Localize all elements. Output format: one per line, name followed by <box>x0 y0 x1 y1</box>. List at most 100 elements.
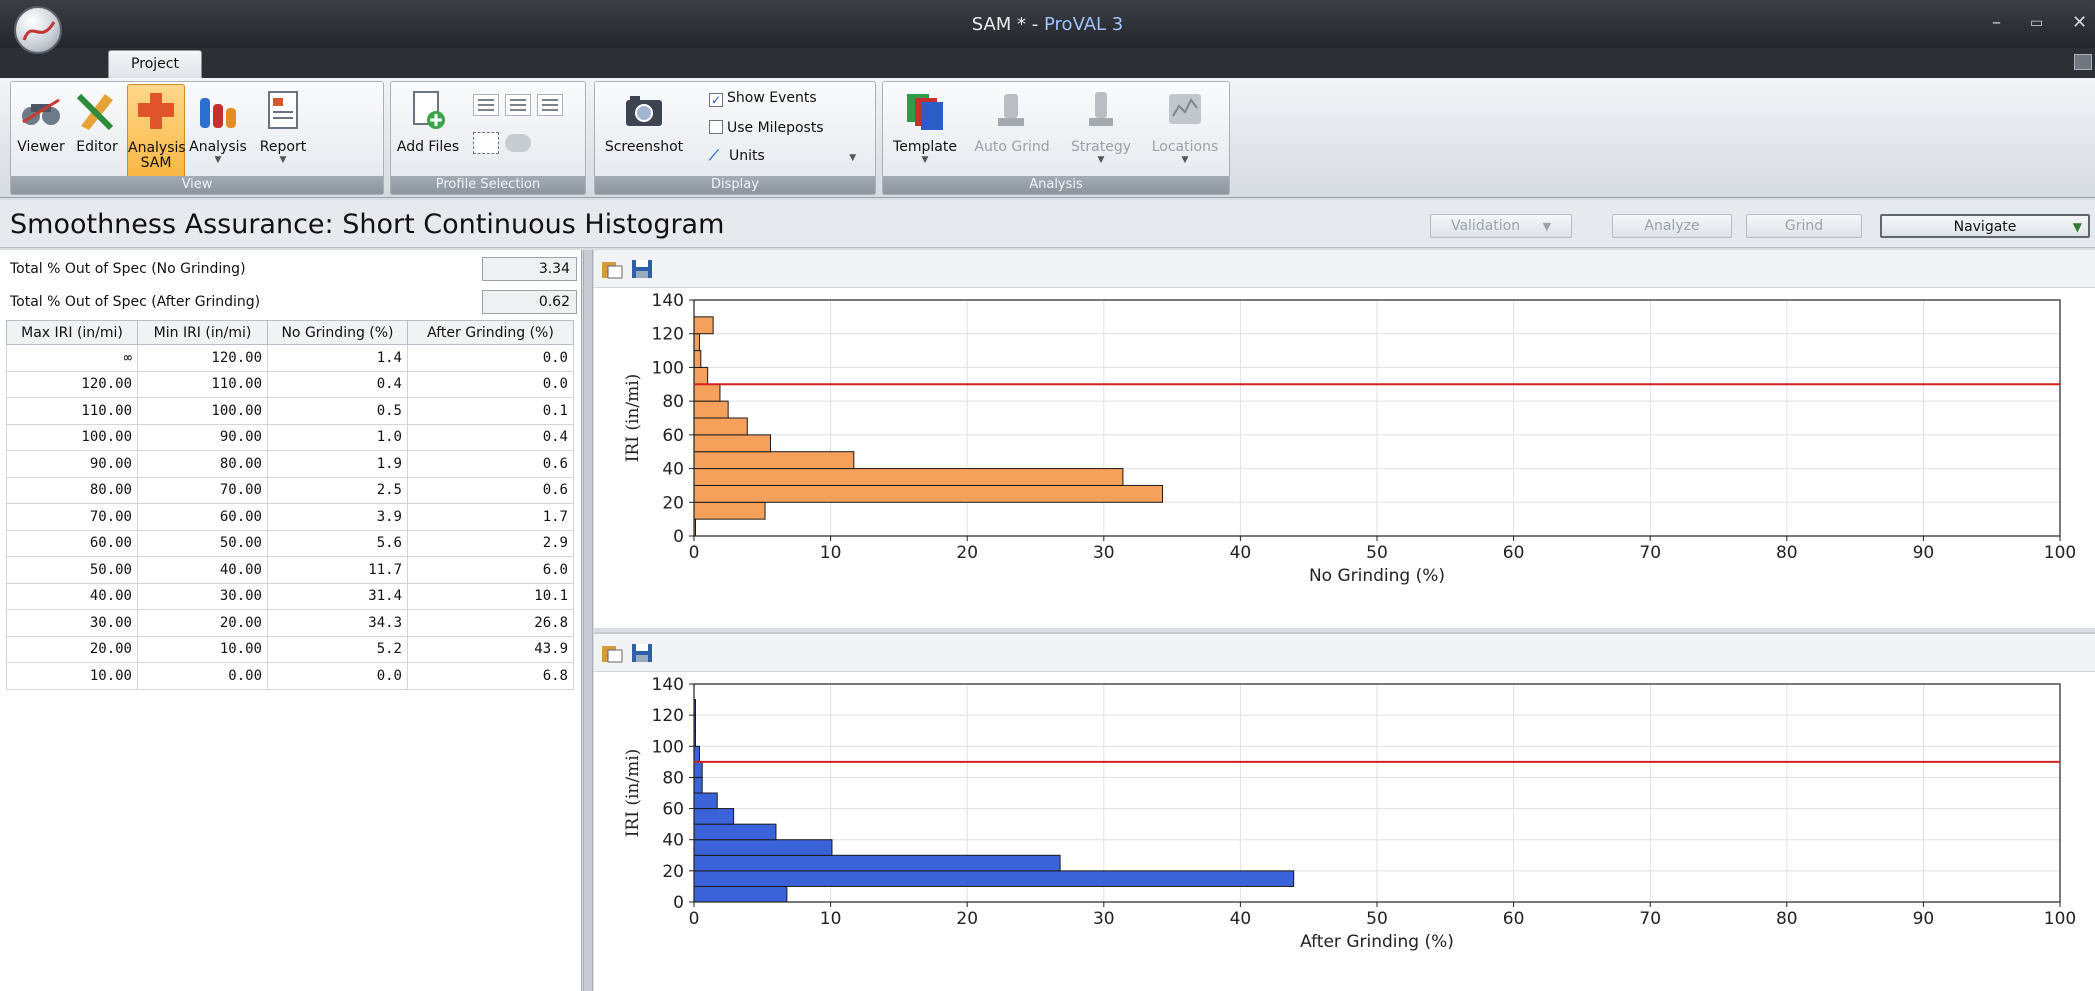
editor-button[interactable]: Editor <box>69 88 125 174</box>
table-cell: 110.00 <box>6 397 138 425</box>
table-row[interactable]: 110.00 100.00 0.5 0.1 <box>6 397 574 425</box>
analyze-button[interactable]: Analyze <box>1612 214 1732 238</box>
table-cell: 0.6 <box>407 476 574 504</box>
histogram-bar <box>693 383 721 402</box>
table-row[interactable]: 20.00 10.00 5.2 43.9 <box>6 635 574 663</box>
table-cell: 70.00 <box>6 503 138 531</box>
panel-splitter[interactable] <box>583 250 593 991</box>
table-row[interactable]: 80.00 70.00 2.5 0.6 <box>6 476 574 504</box>
report-button[interactable]: Report ▼ <box>251 88 315 174</box>
x-tick-label: 20 <box>956 543 978 563</box>
y-tick-label: 20 <box>662 493 684 513</box>
analysis-dropdown-button[interactable]: Analysis ▼ <box>187 88 249 174</box>
align-center-icon[interactable] <box>505 94 531 116</box>
ribbon-options-icon[interactable] <box>2074 54 2092 70</box>
table-cell: 10.00 <box>137 635 268 663</box>
maximize-button[interactable]: ▭ <box>2030 15 2043 31</box>
x-tick-label: 100 <box>2044 543 2076 563</box>
template-button[interactable]: Template ▼ <box>887 88 963 174</box>
grind-button[interactable]: Grind <box>1746 214 1862 238</box>
chevron-down-icon: ▼ <box>849 153 857 163</box>
chevron-down-icon: ▼ <box>921 155 929 165</box>
table-row[interactable]: 100.00 90.00 1.0 0.4 <box>6 423 574 451</box>
profile-selection-group: Add Files Profile Selection <box>390 81 586 195</box>
x-tick-label: 90 <box>1913 543 1935 563</box>
add-files-button[interactable]: Add Files <box>395 88 461 174</box>
window-title: SAM * - ProVAL 3 <box>0 14 2095 35</box>
tab-project[interactable]: Project <box>108 50 202 78</box>
histogram-bar <box>693 366 709 385</box>
column-header-after-grinding[interactable]: After Grinding (%) <box>407 320 574 345</box>
navigate-dropdown[interactable]: Navigate ▼ <box>1880 214 2090 238</box>
histogram-bar <box>693 823 777 841</box>
table-cell: 90.00 <box>6 450 138 478</box>
table-cell: 50.00 <box>6 556 138 584</box>
eraser-icon[interactable] <box>505 134 531 152</box>
table-cell: 1.7 <box>407 503 574 531</box>
x-tick-label: 70 <box>1639 543 1661 563</box>
total-out-of-spec-after-grinding-value: 0.62 <box>482 290 577 314</box>
table-cell: 120.00 <box>137 344 268 372</box>
show-events-checkbox[interactable]: ✓ Show Events <box>709 90 817 107</box>
save-chart-icon[interactable] <box>630 642 654 664</box>
x-tick-label: 20 <box>956 909 978 929</box>
checkbox-unchecked-icon <box>709 120 723 134</box>
table-cell: 34.3 <box>267 609 408 637</box>
minimize-button[interactable]: – <box>1992 12 2001 33</box>
table-cell: 6.0 <box>407 556 574 584</box>
table-row[interactable]: 70.00 60.00 3.9 1.7 <box>6 503 574 531</box>
copy-chart-icon[interactable] <box>600 642 624 664</box>
screenshot-button[interactable]: Screenshot <box>599 88 689 174</box>
table-row[interactable]: 50.00 40.00 11.7 6.0 <box>6 556 574 584</box>
table-cell: 5.2 <box>267 635 408 663</box>
x-tick-label: 80 <box>1776 543 1798 563</box>
column-header-no-grinding[interactable]: No Grinding (%) <box>267 320 408 345</box>
select-region-icon[interactable] <box>473 132 499 154</box>
units-dropdown[interactable]: ⟋ Units ▼ <box>709 148 856 164</box>
align-right-icon[interactable] <box>537 94 563 116</box>
add-file-icon <box>413 91 445 129</box>
locations-button[interactable]: Locations ▼ <box>1145 88 1225 174</box>
strategy-button[interactable]: Strategy ▼ <box>1061 88 1141 174</box>
table-row[interactable]: 30.00 20.00 34.3 26.8 <box>6 609 574 637</box>
display-group: Screenshot ✓ Show Events Use Mileposts ⟋ U… <box>594 81 876 195</box>
x-tick-label: 90 <box>1913 909 1935 929</box>
table-row[interactable]: 90.00 80.00 1.9 0.6 <box>6 450 574 478</box>
close-button[interactable]: ✕ <box>2072 12 2087 33</box>
histogram-bar <box>693 854 1061 872</box>
histogram-table: Max IRI (in/mi) Min IRI (in/mi) No Grind… <box>6 320 574 690</box>
histogram-bar <box>693 870 1295 887</box>
x-tick-label: 0 <box>689 909 700 929</box>
analysis-sam-button[interactable]: Analysis SAM <box>127 84 186 190</box>
column-header-min-iri[interactable]: Min IRI (in/mi) <box>137 320 268 345</box>
copy-chart-icon[interactable] <box>600 258 624 280</box>
table-row[interactable]: 120.00 110.00 0.4 0.0 <box>6 370 574 398</box>
table-row[interactable]: 10.00 0.00 0.0 6.8 <box>6 662 574 690</box>
y-tick-label: 40 <box>662 831 684 851</box>
save-chart-icon[interactable] <box>630 258 654 280</box>
analysis-bars-icon <box>200 98 236 128</box>
auto-grind-button[interactable]: Auto Grind <box>967 88 1057 174</box>
app-menu-orb[interactable] <box>14 6 62 54</box>
table-cell: 80.00 <box>6 476 138 504</box>
align-left-icon[interactable] <box>473 94 499 116</box>
total-out-of-spec-no-grinding-row: Total % Out of Spec (No Grinding) 3.34 <box>0 253 582 286</box>
x-tick-label: 100 <box>2044 909 2076 929</box>
table-row[interactable]: 40.00 30.00 31.4 10.1 <box>6 582 574 610</box>
x-tick-label: 60 <box>1503 909 1525 929</box>
x-axis-label: No Grinding (%) <box>1309 566 1445 586</box>
table-row[interactable]: 60.00 50.00 5.6 2.9 <box>6 529 574 557</box>
table-cell: 100.00 <box>6 423 138 451</box>
analysis-group: Template ▼ Auto Grind Strategy ▼ Locatio… <box>882 81 1230 195</box>
viewer-button[interactable]: Viewer <box>15 88 67 174</box>
use-mileposts-checkbox[interactable]: Use Mileposts <box>709 120 824 136</box>
checkbox-checked-icon: ✓ <box>709 93 723 107</box>
histogram-bar <box>693 839 833 856</box>
table-row[interactable]: ∞ 120.00 1.4 0.0 <box>6 344 574 372</box>
validation-dropdown[interactable]: Validation ▼ <box>1430 214 1572 238</box>
editor-icon <box>76 93 114 131</box>
table-cell: 0.1 <box>407 397 574 425</box>
column-header-max-iri[interactable]: Max IRI (in/mi) <box>6 320 138 345</box>
table-cell: 0.4 <box>407 423 574 451</box>
table-cell: 0.0 <box>407 344 574 372</box>
